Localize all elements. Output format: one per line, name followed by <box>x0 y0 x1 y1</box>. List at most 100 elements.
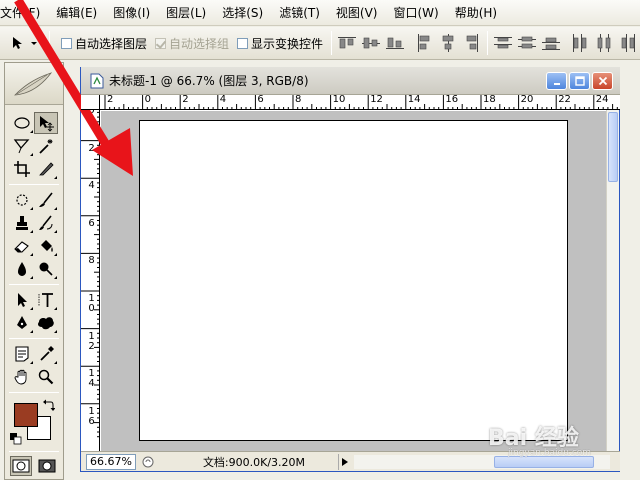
blur-tool[interactable] <box>10 258 34 280</box>
dodge-tool[interactable] <box>34 258 58 280</box>
checkbox-box[interactable] <box>237 37 249 49</box>
align-bottom-button[interactable] <box>384 32 406 54</box>
history-brush-tool[interactable] <box>34 212 58 234</box>
notes-tool[interactable] <box>10 343 34 365</box>
path-select-tool[interactable] <box>10 289 34 311</box>
standard-mode-button[interactable] <box>10 456 32 476</box>
brush-tool[interactable] <box>34 189 58 211</box>
window-controls <box>546 72 613 90</box>
vertical-scroll-thumb[interactable] <box>608 112 618 182</box>
history-brush-icon <box>39 215 53 230</box>
menu-bar: 文件(F) 编辑(E) 图像(I) 图层(L) 选择(S) 滤镜(T) 视图(V… <box>0 0 640 26</box>
horizontal-scrollbar[interactable] <box>354 454 610 469</box>
align-left-button[interactable] <box>413 32 435 54</box>
distribute-top-button[interactable] <box>492 32 514 54</box>
menu-file[interactable]: 文件(F) <box>0 4 48 21</box>
ruler-left-label: 2 <box>88 142 95 154</box>
close-button[interactable] <box>592 72 613 90</box>
standard-mode-icon <box>12 459 30 473</box>
blur-icon <box>18 262 26 276</box>
slice-tool[interactable] <box>34 158 58 180</box>
toolbox-separator <box>9 392 59 393</box>
pen-tool[interactable] <box>10 312 34 334</box>
magic-wand-tool[interactable] <box>34 135 58 157</box>
clone-stamp-icon <box>16 216 28 230</box>
foreground-color-swatch[interactable] <box>14 403 38 427</box>
menu-select[interactable]: 选择(S) <box>214 4 271 21</box>
paint-bucket-tool[interactable] <box>34 235 58 257</box>
custom-shape-tool[interactable] <box>34 312 58 334</box>
ruler-top-label: 18 <box>483 95 496 105</box>
swap-colors-icon[interactable] <box>43 399 55 411</box>
menu-image[interactable]: 图像(I) <box>105 4 158 21</box>
checkbox-box[interactable] <box>61 37 72 49</box>
eraser-tool[interactable] <box>10 235 34 257</box>
align-right-button[interactable] <box>461 32 483 54</box>
ruler-top-label: 6 <box>257 95 264 105</box>
type-tool[interactable] <box>34 289 58 311</box>
ruler-top-label: 4 <box>219 95 227 105</box>
quick-mask-button[interactable] <box>36 456 58 476</box>
distribute-hcenter-button[interactable] <box>593 32 615 54</box>
ruler-top-label: 2 <box>107 95 114 105</box>
menu-layer[interactable]: 图层(L) <box>158 4 214 21</box>
align-left-icon <box>418 34 430 52</box>
align-hcenter-button[interactable] <box>437 32 459 54</box>
paint-bucket-icon <box>41 240 53 252</box>
color-swatches <box>5 397 63 447</box>
ruler-origin[interactable] <box>81 95 100 110</box>
menu-edit[interactable]: 编辑(E) <box>48 4 105 21</box>
distribute-vcenter-button[interactable] <box>516 32 538 54</box>
tool-row <box>5 289 63 311</box>
status-menu-button[interactable] <box>338 453 350 470</box>
zoom-tool[interactable] <box>34 366 58 388</box>
ruler-top-label: 12 <box>370 95 383 105</box>
document-size-info: 文档:900.0K/3.20M <box>202 455 306 469</box>
maximize-icon <box>574 76 585 86</box>
toolbox-header[interactable] <box>5 63 63 105</box>
document-canvas[interactable] <box>139 120 568 441</box>
toolbox <box>4 62 64 480</box>
show-transform-controls-checkbox[interactable]: 显示变换控件 <box>237 35 323 52</box>
menu-window[interactable]: 窗口(W) <box>385 4 446 21</box>
distribute-left-button[interactable] <box>569 32 591 54</box>
default-colors-icon[interactable] <box>10 433 22 445</box>
dodge-icon <box>39 262 53 276</box>
zoom-field[interactable]: 66.67% <box>86 453 136 470</box>
align-vcenter-button[interactable] <box>360 32 382 54</box>
clone-stamp-tool[interactable] <box>10 212 34 234</box>
crop-tool[interactable] <box>10 158 34 180</box>
magic-wand-icon <box>39 139 53 154</box>
status-info-icon[interactable] <box>142 456 154 468</box>
healing-brush-tool[interactable] <box>10 189 34 211</box>
hand-tool[interactable] <box>10 366 34 388</box>
vertical-scrollbar[interactable] <box>606 110 619 451</box>
distribute-bottom-button[interactable] <box>540 32 562 54</box>
menu-view[interactable]: 视图(V) <box>328 4 386 21</box>
eyedropper-tool[interactable] <box>34 343 58 365</box>
menu-help[interactable]: 帮助(H) <box>447 4 505 21</box>
custom-shape-icon <box>38 317 54 330</box>
feather-logo-icon <box>14 71 53 95</box>
horizontal-scroll-thumb[interactable] <box>494 455 594 468</box>
tool-preset-picker[interactable] <box>0 30 46 56</box>
eraser-icon <box>14 241 29 253</box>
distribute-right-button[interactable] <box>617 32 639 54</box>
maximize-button[interactable] <box>569 72 590 90</box>
ruler-top-label: 22 <box>558 95 571 105</box>
tool-row <box>5 343 63 365</box>
lasso-tool[interactable] <box>10 135 34 157</box>
align-top-button[interactable] <box>336 32 358 54</box>
triangle-right-icon <box>341 457 348 466</box>
document-title-bar[interactable]: 未标题-1 @ 66.7% (图层 3, RGB/8) <box>81 67 620 95</box>
marquee-tool[interactable] <box>10 112 34 134</box>
menu-filter[interactable]: 滤镜(T) <box>271 4 328 21</box>
tool-row <box>5 212 63 234</box>
horizontal-ruler[interactable]: 2 0 2 4 6 8 10 12 14 16 18 20 22 24 <box>81 95 620 110</box>
tool-row <box>5 312 63 334</box>
minimize-button[interactable] <box>546 72 567 90</box>
auto-select-layer-checkbox[interactable]: 自动选择图层 <box>61 35 147 52</box>
canvas-area[interactable] <box>101 111 607 451</box>
vertical-ruler[interactable]: 0 2 4 6 8 10 12 14 16 <box>81 110 100 451</box>
move-tool[interactable] <box>34 112 58 134</box>
